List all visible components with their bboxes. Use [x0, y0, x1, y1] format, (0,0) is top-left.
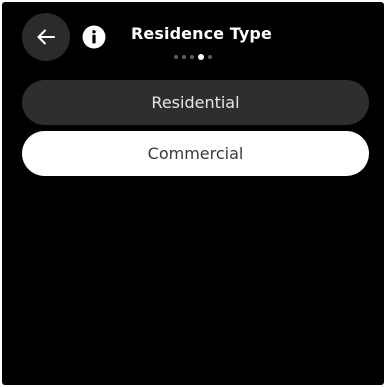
residence-type-screen: Residence Type Residential Commercial — [2, 2, 384, 385]
arrow-left-icon — [37, 29, 55, 45]
page-dot-active — [198, 54, 204, 60]
page-title: Residence Type — [131, 24, 272, 43]
page-dot — [174, 55, 178, 59]
back-button[interactable] — [22, 13, 70, 61]
commercial-option-button[interactable]: Commercial — [22, 131, 369, 176]
residential-option-button[interactable]: Residential — [22, 80, 369, 125]
info-icon[interactable] — [82, 25, 106, 49]
page-indicator — [174, 54, 212, 60]
page-dot — [182, 55, 186, 59]
page-dot — [190, 55, 194, 59]
page-dot — [208, 55, 212, 59]
